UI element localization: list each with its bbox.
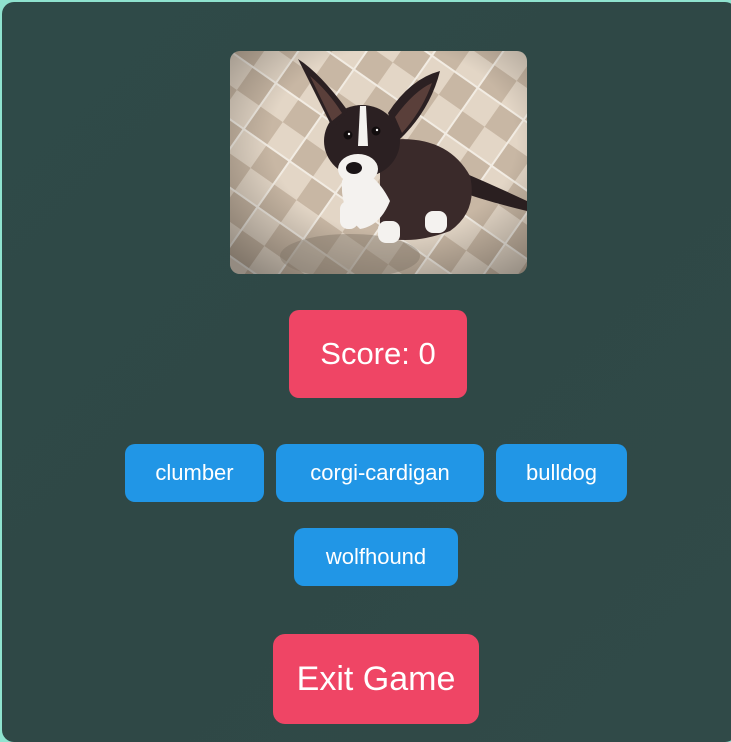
choice-button-wolfhound[interactable]: wolfhound	[294, 528, 458, 586]
choice-button-bulldog[interactable]: bulldog	[496, 444, 627, 502]
game-panel: Score: 0	[2, 2, 731, 742]
choice-button-clumber[interactable]: clumber	[125, 444, 264, 502]
score-display: Score: 0	[289, 310, 467, 398]
choice-button-corgi-cardigan[interactable]: corgi-cardigan	[276, 444, 484, 502]
exit-game-button[interactable]: Exit Game	[273, 634, 479, 724]
dog-photo	[230, 51, 527, 274]
